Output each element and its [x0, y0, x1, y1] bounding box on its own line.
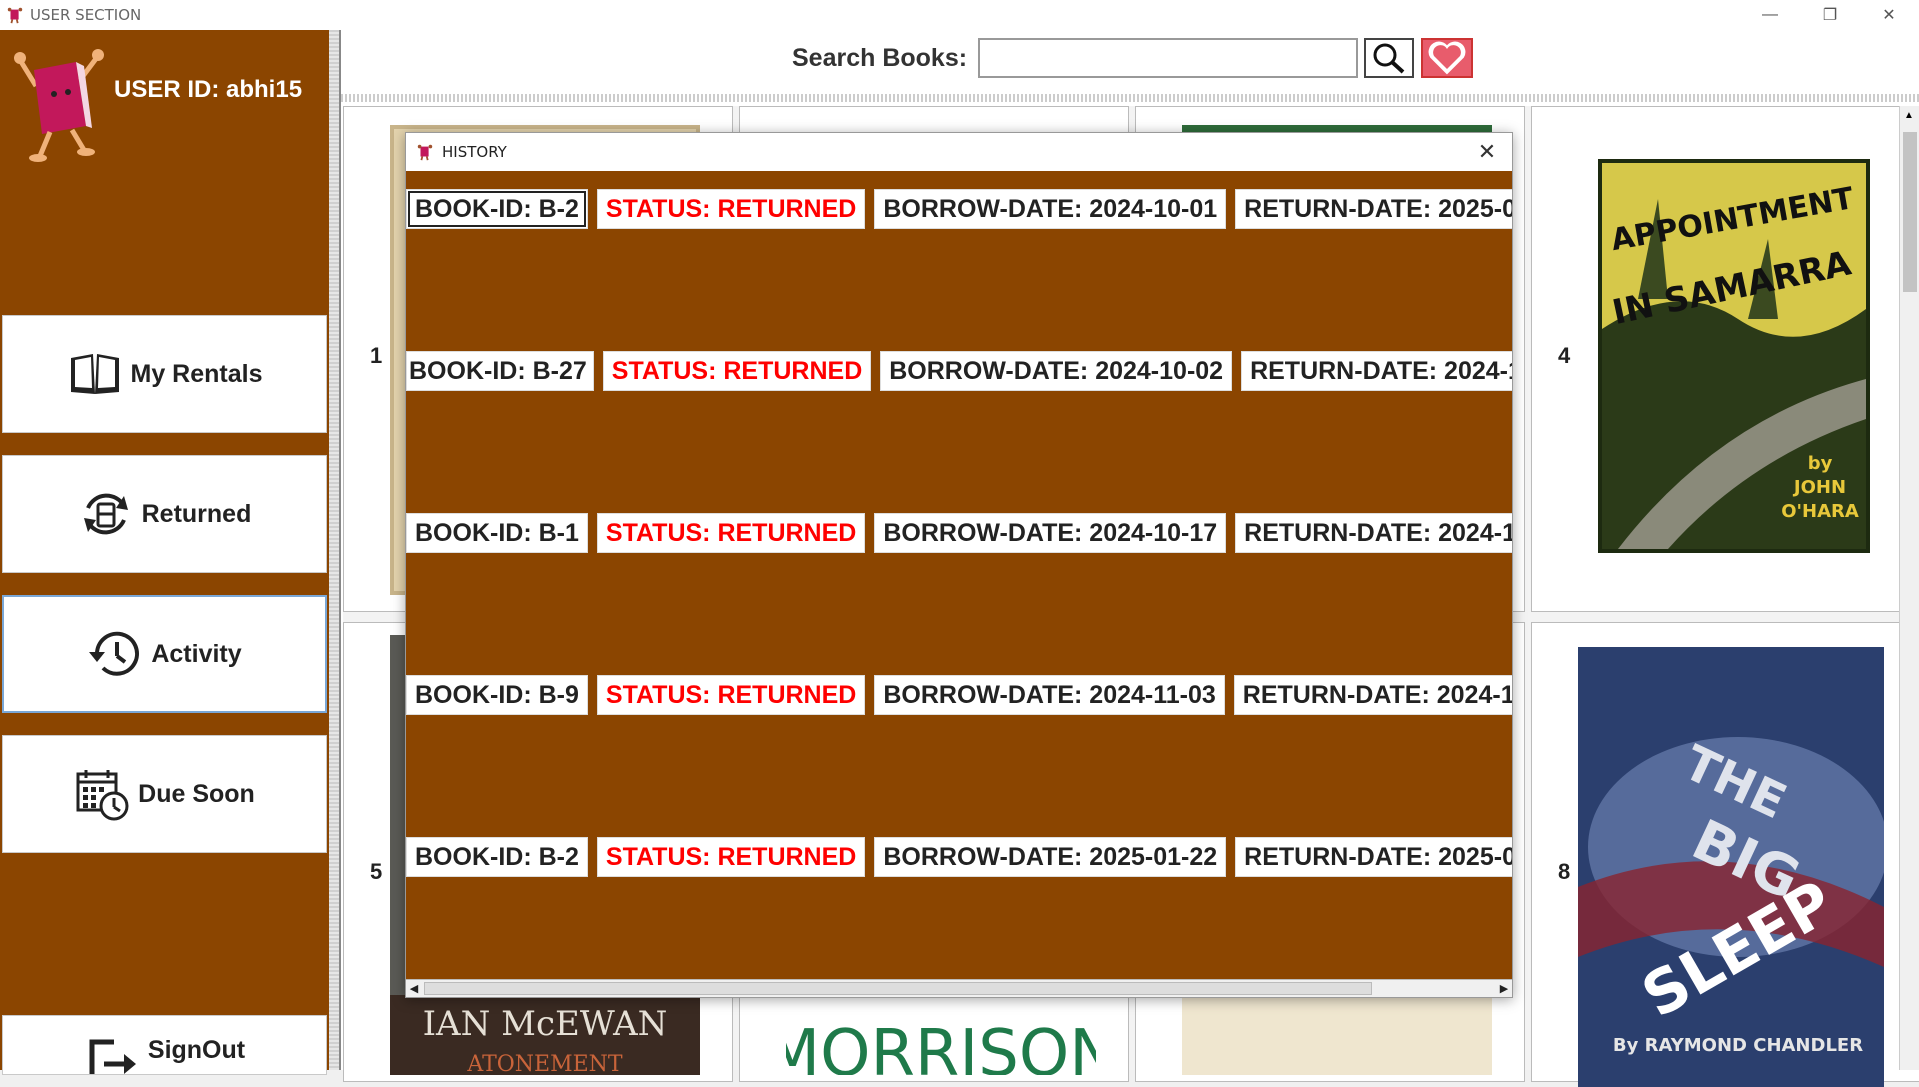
- book-number: 4: [1558, 343, 1571, 368]
- my-rentals-label: My Rentals: [130, 359, 263, 388]
- search-label: Search Books:: [792, 44, 968, 72]
- borrow-date-field[interactable]: BORROW-DATE: 2024-11-03: [874, 675, 1225, 715]
- user-id-label: USER ID: abhi15: [114, 76, 303, 103]
- magnifier-icon: [1373, 43, 1405, 74]
- search-button[interactable]: [1364, 38, 1414, 78]
- cover-mcewan-author: IAN McEWAN: [423, 1004, 668, 1044]
- my-rentals-button[interactable]: My Rentals: [2, 315, 327, 433]
- book-number: 8: [1558, 859, 1571, 884]
- book-cover-appointment: APPOINTMENT IN SAMARRA by JOHN O'HARA: [1598, 159, 1870, 553]
- borrow-date-field[interactable]: BORROW-DATE: 2024-10-17: [874, 513, 1227, 553]
- sidebar: USER ID: abhi15 My Rentals Returned Acti…: [0, 30, 329, 1075]
- history-row: BOOK-ID: B-2 STATUS: RETURNED BORROW-DAT…: [406, 837, 1512, 877]
- favorites-button[interactable]: [1421, 38, 1473, 78]
- scrollbar-thumb[interactable]: [1903, 132, 1917, 292]
- history-icon: [89, 631, 140, 676]
- return-date-field[interactable]: RETURN-DATE: 2024-11: [1235, 513, 1512, 553]
- cover-author-3: O'HARA: [1781, 501, 1859, 522]
- status-field[interactable]: STATUS: RETURNED: [602, 351, 872, 391]
- due-soon-label: Due Soon: [138, 779, 255, 808]
- book-id-field[interactable]: BOOK-ID: B-2: [406, 837, 588, 877]
- app-logo-icon: [417, 144, 433, 161]
- signout-button[interactable]: SignOut: [2, 1015, 327, 1075]
- borrow-date-field[interactable]: BORROW-DATE: 2024-10-01: [874, 189, 1227, 229]
- activity-label: Activity: [151, 639, 242, 668]
- calendar-clock-icon: [76, 770, 129, 821]
- history-horizontal-scrollbar[interactable]: ◀ ▶: [406, 979, 1512, 997]
- search-separator: [341, 94, 1919, 102]
- book-mascot-icon: [14, 49, 104, 162]
- book-id-field[interactable]: BOOK-ID: B-2: [406, 189, 588, 229]
- activity-button[interactable]: Activity: [2, 595, 327, 713]
- return-date-field[interactable]: RETURN-DATE: 2025-01: [1235, 189, 1512, 229]
- return-date-field[interactable]: RETURN-DATE: 2024-1: [1241, 351, 1512, 391]
- close-window-button[interactable]: ✕: [1859, 0, 1919, 30]
- book-card[interactable]: 4 APPOINTMENT IN SAMARRA by JOHN O'HARA: [1531, 106, 1919, 612]
- history-list[interactable]: BOOK-ID: B-2 STATUS: RETURNED BORROW-DAT…: [406, 171, 1512, 981]
- maximize-button[interactable]: ❐: [1800, 0, 1860, 30]
- history-row: BOOK-ID: B-1 STATUS: RETURNED BORROW-DAT…: [406, 513, 1512, 553]
- returned-label: Returned: [141, 499, 252, 528]
- grid-vertical-scrollbar[interactable]: ▲: [1899, 106, 1919, 1070]
- signout-label: SignOut: [147, 1036, 246, 1064]
- cover-author-1: by: [1808, 453, 1833, 474]
- status-field[interactable]: STATUS: RETURNED: [596, 675, 866, 715]
- borrow-date-field[interactable]: BORROW-DATE: 2024-10-02: [880, 351, 1233, 391]
- book-id-field[interactable]: BOOK-ID: B-27: [406, 351, 594, 391]
- book-id-field[interactable]: BOOK-ID: B-1: [406, 513, 588, 553]
- cover-bigsleep-author: By RAYMOND CHANDLER: [1613, 1035, 1863, 1056]
- book-number: 5: [370, 859, 383, 884]
- scrollbar-thumb[interactable]: [424, 982, 1372, 995]
- history-row: BOOK-ID: B-2 STATUS: RETURNED BORROW-DAT…: [406, 189, 1512, 229]
- dialog-titlebar: HISTORY ✕: [406, 133, 1512, 171]
- return-icon: [83, 493, 128, 535]
- return-date-field[interactable]: RETURN-DATE: 2025-01: [1235, 837, 1512, 877]
- scroll-up-arrow-icon[interactable]: ▲: [1904, 110, 1914, 121]
- borrow-date-field[interactable]: BORROW-DATE: 2025-01-22: [874, 837, 1227, 877]
- book-id-field[interactable]: BOOK-ID: B-9: [406, 675, 588, 715]
- return-date-field[interactable]: RETURN-DATE: 2024-11: [1233, 675, 1512, 715]
- window-titlebar: USER SECTION: [0, 0, 1919, 30]
- history-dialog: HISTORY ✕ BOOK-ID: B-2 STATUS: RETURNED …: [405, 132, 1513, 998]
- book-cover-big-sleep: THE BIG SLEEP By RAYMOND CHANDLER: [1578, 647, 1884, 1087]
- due-soon-button[interactable]: Due Soon: [2, 735, 327, 853]
- user-header: USER ID: abhi15: [0, 30, 329, 310]
- book-number: 1: [370, 343, 383, 368]
- dialog-close-button[interactable]: ✕: [1472, 137, 1502, 167]
- search-bar: Search Books:: [341, 30, 1919, 98]
- status-field[interactable]: STATUS: RETURNED: [596, 189, 866, 229]
- app-logo-icon: [7, 7, 23, 24]
- history-row: BOOK-ID: B-9 STATUS: RETURNED BORROW-DAT…: [406, 675, 1512, 715]
- returned-button[interactable]: Returned: [2, 455, 327, 573]
- signout-icon: [89, 1039, 136, 1074]
- cover-morrison-text: MORRISON: [786, 1017, 1096, 1075]
- minimize-button[interactable]: —: [1740, 0, 1800, 30]
- status-field[interactable]: STATUS: RETURNED: [596, 513, 866, 553]
- book-card[interactable]: 8 THE BIG SLEEP By RAYMOND CHANDLER: [1531, 622, 1919, 1087]
- search-input[interactable]: [978, 38, 1358, 78]
- scroll-left-arrow-icon[interactable]: ◀: [406, 980, 422, 997]
- dialog-title: HISTORY: [442, 143, 507, 161]
- book-icon: [70, 354, 119, 394]
- scroll-right-arrow-icon[interactable]: ▶: [1496, 980, 1512, 997]
- status-field[interactable]: STATUS: RETURNED: [596, 837, 866, 877]
- window-title: USER SECTION: [30, 6, 142, 24]
- cover-mcewan-title: ATONEMENT: [466, 1052, 623, 1075]
- split-divider[interactable]: [329, 30, 339, 1070]
- history-row: BOOK-ID: B-27 STATUS: RETURNED BORROW-DA…: [406, 351, 1512, 391]
- cover-author-2: JOHN: [1792, 477, 1846, 498]
- heart-icon: [1428, 41, 1466, 75]
